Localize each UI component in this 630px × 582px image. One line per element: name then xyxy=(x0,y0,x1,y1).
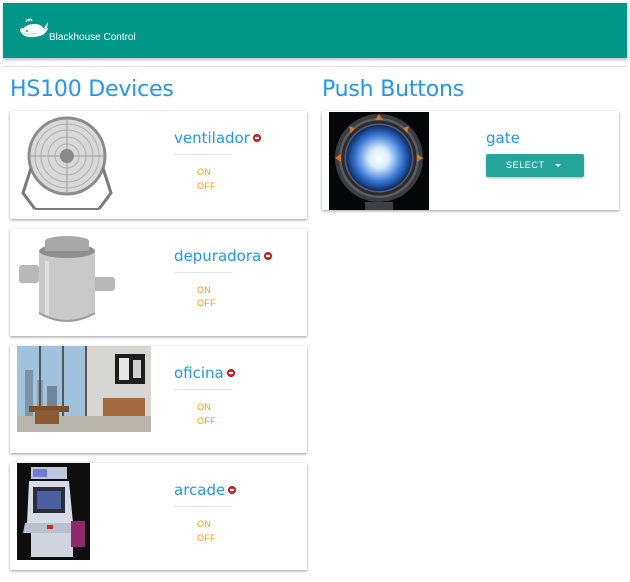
app-title: Blackhouse Control xyxy=(49,32,136,43)
select-button[interactable]: SELECT xyxy=(486,154,584,177)
status-error-icon xyxy=(264,251,273,260)
header-divider xyxy=(3,66,627,67)
name-divider xyxy=(174,272,232,273)
device-card-depuradora: depuradora ON OFF xyxy=(10,229,307,336)
app-bar: Blackhouse Control xyxy=(3,3,627,58)
push-button-card-gate: gate SELECT xyxy=(322,111,619,210)
office-image xyxy=(17,346,151,432)
hs100-section-title: HS100 Devices xyxy=(10,77,174,102)
status-error-icon xyxy=(228,485,237,494)
on-button-arcade[interactable]: ON xyxy=(197,519,211,529)
device-card-oficina: oficina ON OFF xyxy=(10,346,307,453)
push-buttons-section-title: Push Buttons xyxy=(322,77,464,102)
status-error-icon xyxy=(226,368,235,377)
push-button-name-gate: gate xyxy=(486,129,520,147)
off-button-ventilador[interactable]: OFF xyxy=(197,181,216,191)
pool-filter-image xyxy=(17,231,117,331)
whale-icon[interactable] xyxy=(17,16,51,40)
stargate-image xyxy=(329,112,429,210)
on-button-oficina[interactable]: ON xyxy=(197,402,211,412)
device-name-depuradora: depuradora xyxy=(174,247,273,265)
status-error-icon xyxy=(252,133,261,142)
arcade-cabinet-image xyxy=(17,463,90,560)
off-button-oficina[interactable]: OFF xyxy=(197,416,216,426)
fan-image xyxy=(17,113,117,213)
off-button-depuradora[interactable]: OFF xyxy=(197,298,216,308)
off-button-arcade[interactable]: OFF xyxy=(197,533,216,543)
on-button-ventilador[interactable]: ON xyxy=(197,167,211,177)
device-name-arcade: arcade xyxy=(174,481,237,499)
device-name-oficina: oficina xyxy=(174,364,235,382)
device-card-ventilador: ventilador ON OFF xyxy=(10,111,307,219)
caret-down-icon xyxy=(555,164,561,167)
device-name-ventilador: ventilador xyxy=(174,129,261,147)
name-divider xyxy=(174,506,232,507)
on-button-depuradora[interactable]: ON xyxy=(197,285,211,295)
name-divider xyxy=(174,154,232,155)
device-card-arcade: arcade ON OFF xyxy=(10,463,307,570)
name-divider xyxy=(174,389,232,390)
